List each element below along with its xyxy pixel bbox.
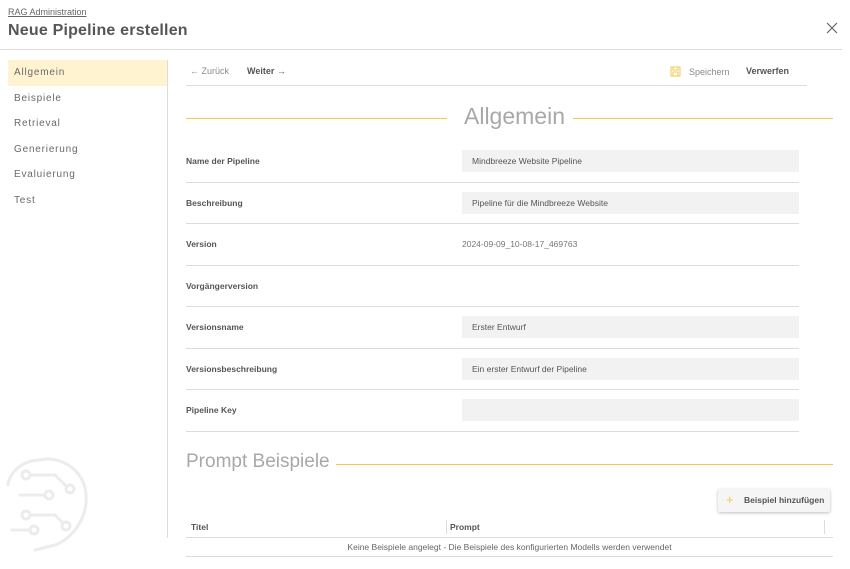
next-button[interactable]: Weiter → [247, 66, 286, 76]
brain-circuit-watermark-icon [0, 440, 95, 565]
sidebar-item-generierung[interactable]: Generierung [8, 137, 167, 163]
examples-empty-message: Keine Beispiele angelegt - Die Beispiele… [186, 538, 833, 557]
version-value: 2024-09-09_10-08-17_469763 [462, 239, 578, 250]
back-button[interactable]: ← Zurück [190, 66, 229, 76]
column-header-prompt[interactable]: Prompt [450, 522, 480, 532]
plus-icon: + [726, 492, 734, 507]
version-name-input[interactable] [462, 316, 799, 339]
column-header-title[interactable]: Titel [191, 522, 208, 532]
section-header-prompt-examples: Prompt Beispiele [186, 449, 833, 479]
save-label: Speichern [689, 67, 730, 77]
field-row-description: Beschreibung [186, 183, 799, 224]
sidebar-item-allgemein[interactable]: Allgemein [8, 60, 167, 86]
sidebar-item-retrieval[interactable]: Retrieval [8, 111, 167, 137]
section-accent-line [186, 118, 447, 119]
breadcrumb[interactable]: RAG Administration [8, 7, 87, 17]
field-row-version-description: Versionsbeschreibung [186, 349, 799, 390]
field-label: Beschreibung [186, 197, 243, 208]
field-label: Vorgängerversion [186, 280, 259, 291]
toolbar: ← Zurück Weiter → Speichern Verwerfen [186, 60, 807, 86]
save-icon [670, 66, 681, 77]
field-label: Version [186, 239, 217, 250]
page-title: Neue Pipeline erstellen [8, 22, 188, 39]
field-row-version-name: Versionsname [186, 307, 799, 349]
field-row-pipeline-name: Name der Pipeline [186, 141, 799, 183]
description-input[interactable] [462, 191, 799, 214]
version-description-input[interactable] [462, 357, 799, 380]
section-title-allgemein: Allgemein [464, 103, 565, 129]
sidebar-item-test[interactable]: Test [8, 188, 167, 214]
add-example-button[interactable]: + Beispiel hinzufügen [718, 489, 830, 512]
header-divider [0, 49, 842, 50]
field-row-version: Version 2024-09-09_10-08-17_469763 [186, 224, 799, 266]
discard-button[interactable]: Verwerfen [746, 66, 789, 76]
close-icon[interactable] [824, 20, 840, 36]
pipeline-name-input[interactable] [462, 150, 799, 173]
field-row-previous-version: Vorgängerversion [186, 266, 799, 307]
column-divider [824, 520, 825, 534]
section-accent-line [573, 118, 833, 119]
save-button[interactable]: Speichern [670, 66, 730, 77]
field-row-pipeline-key: Pipeline Key [186, 390, 799, 432]
pipeline-key-input[interactable] [462, 399, 799, 422]
field-label: Versionsname [186, 322, 244, 333]
add-example-label: Beispiel hinzufügen [744, 495, 825, 505]
field-label: Pipeline Key [186, 405, 237, 416]
field-label: Versionsbeschreibung [186, 363, 278, 374]
section-title-prompt-examples: Prompt Beispiele [186, 451, 330, 472]
section-header-allgemein: Allgemein [186, 103, 833, 133]
examples-table-header: Titel Prompt [186, 518, 833, 538]
sidebar-item-beispiele[interactable]: Beispiele [8, 86, 167, 112]
sidebar-item-evaluierung[interactable]: Evaluierung [8, 162, 167, 188]
field-label: Name der Pipeline [186, 156, 260, 167]
section-accent-line [336, 464, 833, 465]
column-divider [446, 520, 447, 534]
